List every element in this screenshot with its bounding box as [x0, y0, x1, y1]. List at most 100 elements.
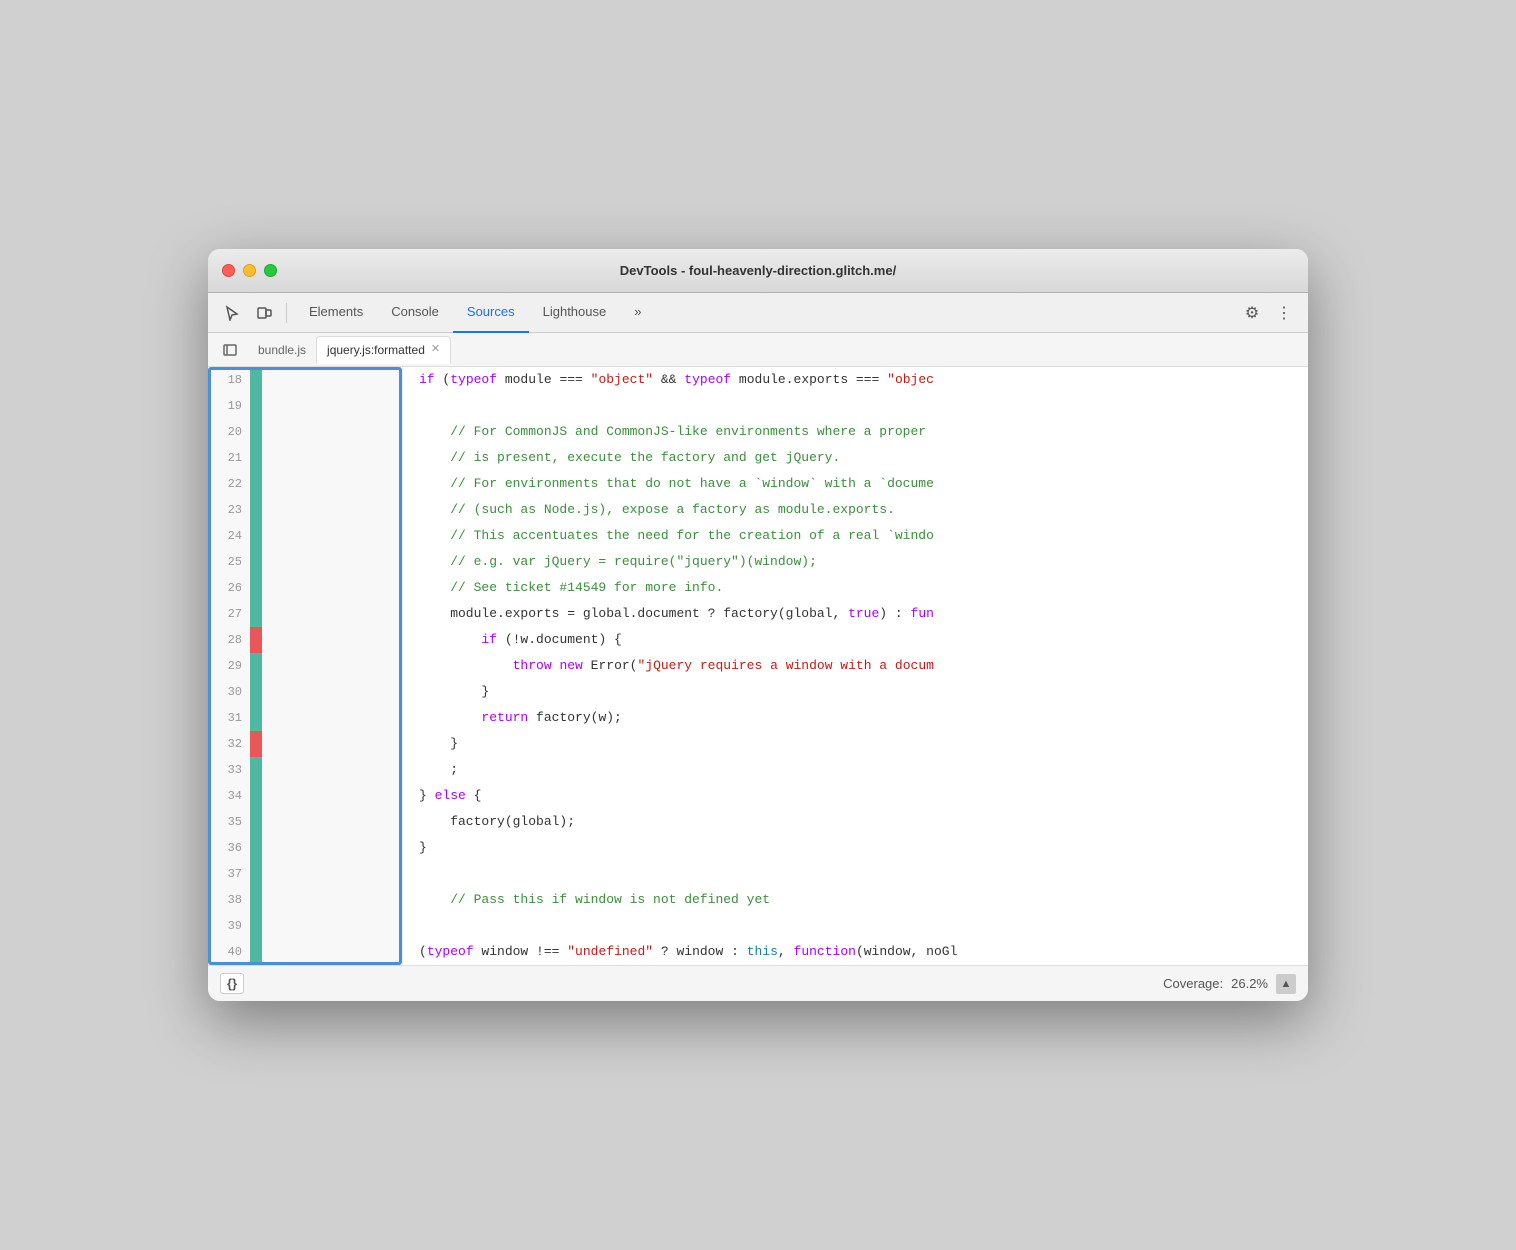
pretty-print-button[interactable]: {} — [220, 973, 244, 994]
code-line-23: // (such as Node.js), expose a factory a… — [403, 497, 1308, 523]
code-line-18: if (typeof module === "object" && typeof… — [403, 367, 1308, 393]
line-row-29: 29 — [208, 653, 402, 679]
line-row-19: 19 — [208, 393, 402, 419]
file-tabs: bundle.js jquery.js:formatted ✕ — [208, 333, 1308, 367]
bottom-bar: {} Coverage: 26.2% ▲ — [208, 965, 1308, 1001]
coverage-indicator-24 — [250, 523, 262, 549]
tab-sources[interactable]: Sources — [453, 293, 529, 333]
code-line-29: throw new Error("jQuery requires a windo… — [403, 653, 1308, 679]
line-row-33: 33 — [208, 757, 402, 783]
line-row-23: 23 — [208, 497, 402, 523]
tab-elements[interactable]: Elements — [295, 293, 377, 333]
coverage-indicator-21 — [250, 445, 262, 471]
line-row-32: 32 — [208, 731, 402, 757]
code-line-39 — [403, 913, 1308, 939]
coverage-indicator-37 — [250, 861, 262, 887]
inspect-icon[interactable] — [218, 299, 246, 327]
close-tab-icon[interactable]: ✕ — [431, 344, 440, 355]
code-line-38: // Pass this if window is not defined ye… — [403, 887, 1308, 913]
code-content[interactable]: if (typeof module === "object" && typeof… — [403, 367, 1308, 965]
close-button[interactable] — [222, 264, 235, 277]
coverage-indicator-25 — [250, 549, 262, 575]
code-line-40: (typeof window !== "undefined" ? window … — [403, 939, 1308, 965]
coverage-indicator-38 — [250, 887, 262, 913]
coverage-indicator-35 — [250, 809, 262, 835]
code-line-27: module.exports = global.document ? facto… — [403, 601, 1308, 627]
bottom-right: Coverage: 26.2% ▲ — [1163, 974, 1296, 994]
code-line-31: return factory(w); — [403, 705, 1308, 731]
more-options-icon[interactable]: ⋮ — [1270, 299, 1298, 327]
minimize-button[interactable] — [243, 264, 256, 277]
coverage-indicator-23 — [250, 497, 262, 523]
code-line-24: // This accentuates the need for the cre… — [403, 523, 1308, 549]
coverage-indicator-19 — [250, 393, 262, 419]
tab-more[interactable]: » — [620, 293, 655, 333]
line-row-39: 39 — [208, 913, 402, 939]
line-row-34: 34 — [208, 783, 402, 809]
separator-1 — [286, 303, 287, 323]
line-row-20: 20 — [208, 419, 402, 445]
coverage-indicator-39 — [250, 913, 262, 939]
coverage-indicator-26 — [250, 575, 262, 601]
coverage-indicator-27 — [250, 601, 262, 627]
devtools-toolbar: Elements Console Sources Lighthouse » ⚙ … — [208, 293, 1308, 333]
line-row-35: 35 — [208, 809, 402, 835]
line-row-27: 27 — [208, 601, 402, 627]
title-bar: DevTools - foul-heavenly-direction.glitc… — [208, 249, 1308, 293]
line-row-28: 28 — [208, 627, 402, 653]
code-line-37 — [403, 861, 1308, 887]
coverage-indicator-40 — [250, 939, 262, 965]
device-mode-icon[interactable] — [250, 299, 278, 327]
code-line-20: // For CommonJS and CommonJS-like enviro… — [403, 419, 1308, 445]
line-gutter: 18 19 20 21 22 — [208, 367, 403, 965]
code-line-36: } — [403, 835, 1308, 861]
coverage-value: 26.2% — [1231, 976, 1268, 991]
code-line-28: if (!w.document) { — [403, 627, 1308, 653]
toolbar-right: ⚙ ⋮ — [1238, 299, 1298, 327]
coverage-indicator-33 — [250, 757, 262, 783]
coverage-indicator-31 — [250, 705, 262, 731]
code-area: 18 19 20 21 22 — [208, 367, 1308, 965]
coverage-indicator-22 — [250, 471, 262, 497]
line-row-21: 21 — [208, 445, 402, 471]
tab-console[interactable]: Console — [377, 293, 453, 333]
code-line-33: ; — [403, 757, 1308, 783]
coverage-indicator-28 — [250, 627, 262, 653]
line-row-26: 26 — [208, 575, 402, 601]
tabs-nav: Elements Console Sources Lighthouse » — [295, 293, 1234, 333]
settings-icon[interactable]: ⚙ — [1238, 299, 1266, 327]
file-tab-jquery[interactable]: jquery.js:formatted ✕ — [316, 336, 451, 364]
maximize-button[interactable] — [264, 264, 277, 277]
coverage-indicator-34 — [250, 783, 262, 809]
scroll-up-icon[interactable]: ▲ — [1276, 974, 1296, 994]
line-row-38: 38 — [208, 887, 402, 913]
file-tab-bundle[interactable]: bundle.js — [248, 336, 316, 364]
line-row-30: 30 — [208, 679, 402, 705]
code-line-34: } else { — [403, 783, 1308, 809]
line-row-40: 40 — [208, 939, 402, 965]
devtools-window: DevTools - foul-heavenly-direction.glitc… — [208, 249, 1308, 1001]
line-row-24: 24 — [208, 523, 402, 549]
code-line-21: // is present, execute the factory and g… — [403, 445, 1308, 471]
code-line-35: factory(global); — [403, 809, 1308, 835]
traffic-lights — [222, 264, 277, 277]
line-row-37: 37 — [208, 861, 402, 887]
line-row-36: 36 — [208, 835, 402, 861]
coverage-label: Coverage: — [1163, 976, 1223, 991]
coverage-indicator-32 — [250, 731, 262, 757]
window-title: DevTools - foul-heavenly-direction.glitc… — [620, 263, 896, 278]
bottom-left: {} — [220, 973, 244, 994]
code-line-32: } — [403, 731, 1308, 757]
tab-lighthouse[interactable]: Lighthouse — [529, 293, 621, 333]
sidebar-toggle-icon[interactable] — [216, 336, 244, 364]
code-line-30: } — [403, 679, 1308, 705]
coverage-indicator-36 — [250, 835, 262, 861]
coverage-indicator-20 — [250, 419, 262, 445]
code-line-26: // See ticket #14549 for more info. — [403, 575, 1308, 601]
coverage-indicator-18 — [250, 367, 262, 393]
line-row-25: 25 — [208, 549, 402, 575]
line-row-18: 18 — [208, 367, 402, 393]
code-line-25: // e.g. var jQuery = require("jquery")(w… — [403, 549, 1308, 575]
coverage-indicator-30 — [250, 679, 262, 705]
coverage-indicator-29 — [250, 653, 262, 679]
